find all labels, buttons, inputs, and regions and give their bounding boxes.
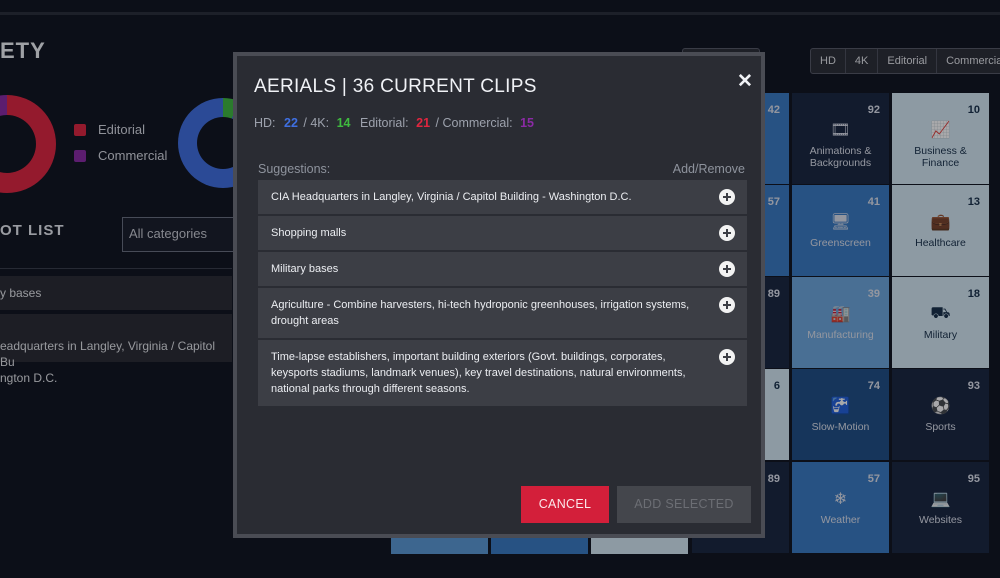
- add-plus-icon[interactable]: [719, 225, 735, 241]
- cancel-button[interactable]: CANCEL: [521, 486, 609, 523]
- commercial-count: 15: [520, 116, 534, 130]
- suggestion-row[interactable]: CIA Headquarters in Langley, Virginia / …: [258, 180, 747, 214]
- suggestion-row[interactable]: Shopping malls: [258, 216, 747, 250]
- suggestion-label: CIA Headquarters in Langley, Virginia / …: [271, 191, 632, 203]
- suggestion-row[interactable]: Time-lapse establishers, important build…: [258, 340, 747, 406]
- 4k-count: 14: [336, 116, 351, 130]
- modal-title: AERIALS | 36 CURRENT CLIPS: [254, 76, 537, 97]
- add-plus-icon[interactable]: [719, 261, 735, 277]
- add-remove-heading: Add/Remove: [672, 162, 745, 176]
- editorial-count: 21: [416, 116, 431, 130]
- editorial-label: Editorial:: [360, 116, 409, 130]
- hd-count: 22: [284, 116, 298, 130]
- add-selected-button[interactable]: ADD SELECTED: [617, 486, 751, 523]
- add-plus-icon[interactable]: [719, 297, 735, 313]
- add-plus-icon[interactable]: [719, 189, 735, 205]
- suggestions-heading: Suggestions:: [258, 162, 331, 176]
- suggestions-list: CIA Headquarters in Langley, Virginia / …: [258, 180, 747, 408]
- suggestion-label: Time-lapse establishers, important build…: [271, 351, 686, 395]
- suggestion-row[interactable]: Agriculture - Combine harvesters, hi-tec…: [258, 288, 747, 338]
- suggestion-row[interactable]: Military bases: [258, 252, 747, 286]
- suggestion-label: Military bases: [271, 263, 339, 275]
- hd-label: HD:: [254, 116, 276, 130]
- commercial-label: / Commercial:: [435, 116, 513, 130]
- suggestion-label: Shopping malls: [271, 227, 347, 239]
- close-icon[interactable]: ✕: [737, 70, 753, 93]
- 4k-label: / 4K:: [303, 116, 330, 130]
- suggestion-label: Agriculture - Combine harvesters, hi-tec…: [271, 299, 690, 327]
- add-plus-icon[interactable]: [719, 349, 735, 365]
- clip-suggestions-modal: AERIALS | 36 CURRENT CLIPS ✕ HD: 22 / 4K…: [233, 52, 765, 538]
- clip-stats: HD: 22 / 4K: 14 Editorial: 21 / Commerci…: [254, 116, 534, 130]
